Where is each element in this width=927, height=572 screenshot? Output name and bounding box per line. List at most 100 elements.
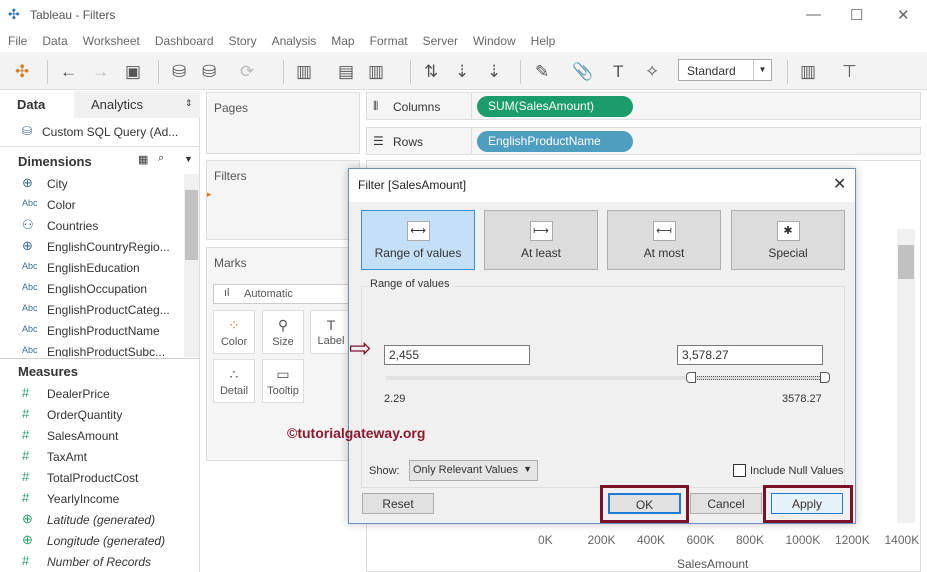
geo-icon: ⊕ (22, 238, 33, 253)
show-select[interactable]: Only Relevant Values ▼ (409, 460, 538, 481)
at-least-option[interactable]: ⟼ At least (484, 210, 598, 270)
rows-shelf[interactable]: ☰ Rows EnglishProductName (366, 127, 921, 155)
watermark: ©tutorialgateway.org (287, 425, 426, 441)
sort-arrows-icon[interactable]: ⇕ (185, 98, 193, 109)
color-button[interactable]: ⁘ Color (213, 310, 255, 354)
dimension-field[interactable]: Abc EnglishOccupation (0, 279, 183, 300)
dimension-field[interactable]: Abc EnglishProductSubc... (0, 342, 183, 357)
tableau-home-icon[interactable]: ✣ (15, 62, 29, 82)
tab-analytics[interactable]: Analytics (74, 91, 160, 118)
detail-button[interactable]: ∴ Detail (213, 359, 255, 403)
dimension-field[interactable]: ⚇ Countries (0, 216, 183, 237)
show-labels-icon[interactable]: T (613, 62, 623, 82)
close-window-button[interactable]: ✕ (897, 6, 910, 24)
presentation-icon[interactable]: ⊤ (842, 62, 857, 82)
dimensions-heading: Dimensions (18, 154, 92, 169)
measure-field[interactable]: ⊕ Latitude (generated) (0, 510, 183, 531)
mark-type-value: Automatic (244, 288, 293, 300)
menu-file[interactable]: File (0, 30, 34, 48)
duplicate-sheet-icon[interactable]: ▤ (338, 62, 354, 82)
max-value-input[interactable]: 3,578.27 (677, 345, 823, 365)
new-worksheet-icon[interactable]: ▥ (296, 62, 312, 82)
special-option[interactable]: ✱ Special (731, 210, 845, 270)
clear-sheet-icon[interactable]: ▥ (368, 62, 384, 82)
columns-shelf[interactable]: ⦀ Columns SUM(SalesAmount) (366, 92, 921, 120)
special-icon: ✱ (776, 221, 800, 241)
tooltip-button[interactable]: ▭ Tooltip (262, 359, 304, 403)
measure-field[interactable]: # TaxAmt (0, 447, 183, 468)
sort-ascending-icon[interactable]: ⇣ (455, 62, 469, 82)
menu-window[interactable]: Window (465, 30, 523, 48)
rows-pill[interactable]: EnglishProductName (477, 131, 633, 152)
dimension-field[interactable]: Abc EnglishProductCateg... (0, 300, 183, 321)
sort-descending-icon[interactable]: ⇣ (487, 62, 501, 82)
pause-updates-icon[interactable]: ⛁ (202, 62, 216, 82)
measure-field[interactable]: # YearlyIncome (0, 489, 183, 510)
label-button[interactable]: T Label (310, 310, 352, 354)
view-scrollbar[interactable] (897, 229, 915, 523)
dimension-field[interactable]: ⊕ EnglishCountryRegio... (0, 237, 183, 258)
geo-icon: ⊕ (22, 532, 33, 547)
pages-card[interactable]: Pages (206, 92, 360, 154)
dimensions-scrollbar[interactable] (184, 174, 199, 357)
menu-map[interactable]: Map (323, 30, 361, 48)
menu-worksheet[interactable]: Worksheet (75, 30, 147, 48)
filters-card[interactable]: Filters ▸ (206, 160, 360, 240)
pin-icon[interactable]: ✧ (645, 62, 659, 82)
reset-button[interactable]: Reset (362, 493, 434, 514)
search-icon[interactable]: ⌕ (158, 152, 164, 165)
min-value-input[interactable]: 2,455 (384, 345, 530, 365)
measure-field[interactable]: # TotalProductCost (0, 468, 183, 489)
measure-field[interactable]: # Number of Records (0, 552, 183, 572)
measure-field[interactable]: # SalesAmount (0, 426, 183, 447)
dimension-field[interactable]: ⊕ City (0, 174, 183, 195)
menu-dashboard[interactable]: Dashboard (147, 30, 221, 48)
group-icon[interactable]: 📎 (572, 62, 593, 82)
dimension-field[interactable]: Abc EnglishEducation (0, 258, 183, 279)
field-label: EnglishProductName (47, 324, 160, 338)
color-label: Color (220, 336, 248, 348)
fit-select[interactable]: Standard ▼ (678, 59, 772, 81)
close-dialog-button[interactable]: ✕ (833, 174, 846, 194)
minimize-button[interactable]: — (806, 6, 821, 23)
maximize-button[interactable]: ☐ (850, 6, 863, 24)
menu-story[interactable]: Story (221, 30, 264, 48)
pages-label: Pages (214, 101, 249, 115)
dimension-field[interactable]: Abc Color (0, 195, 183, 216)
range-max-label: 3578.27 (782, 393, 822, 405)
menu-analysis[interactable]: Analysis (264, 30, 324, 48)
option-label: Special (768, 246, 808, 260)
number-type-icon: # (22, 490, 30, 505)
dimension-field[interactable]: Abc EnglishProductName (0, 321, 183, 342)
slider-low-handle[interactable] (685, 372, 696, 383)
include-null-checkbox[interactable] (733, 464, 746, 477)
swap-icon[interactable]: ⇅ (424, 62, 438, 82)
new-datasource-icon[interactable]: ⛁ (172, 62, 186, 82)
menu-help[interactable]: Help (523, 30, 563, 48)
list-view-icon[interactable]: ▦ (138, 153, 148, 166)
range-of-values-option[interactable]: ⟷ Range of values (361, 210, 475, 270)
highlight-icon[interactable]: ✎ (535, 62, 549, 82)
tab-data[interactable]: Data (0, 91, 74, 118)
refresh-icon[interactable]: ⟳ (240, 62, 254, 82)
menu-server[interactable]: Server (415, 30, 465, 48)
measure-field[interactable]: # DealerPrice (0, 384, 183, 405)
slider-high-handle[interactable] (820, 372, 830, 383)
measure-field[interactable]: # OrderQuantity (0, 405, 183, 426)
undo-icon[interactable]: ← (60, 62, 77, 82)
columns-pill[interactable]: SUM(SalesAmount) (477, 96, 633, 117)
measure-field[interactable]: ⊕ Longitude (generated) (0, 531, 183, 552)
mark-type-select[interactable]: ıl Automatic (213, 284, 363, 304)
cancel-button[interactable]: Cancel (690, 493, 762, 514)
menu-format[interactable]: Format (362, 30, 415, 48)
menu-data[interactable]: Data (34, 30, 74, 48)
size-button[interactable]: ⚲ Size (262, 310, 304, 354)
show-me-icon[interactable]: ▥ (800, 62, 816, 82)
at-most-option[interactable]: ⟻ At most (607, 210, 721, 270)
redo-icon[interactable]: → (92, 62, 109, 82)
detail-label: Detail (219, 385, 249, 397)
datasource-name[interactable]: Custom SQL Query (Ad... (42, 125, 178, 139)
range-icon: ⟷ (406, 221, 430, 241)
save-icon[interactable]: ▣ (125, 62, 141, 82)
chevron-down-icon[interactable]: ▼ (184, 154, 193, 164)
